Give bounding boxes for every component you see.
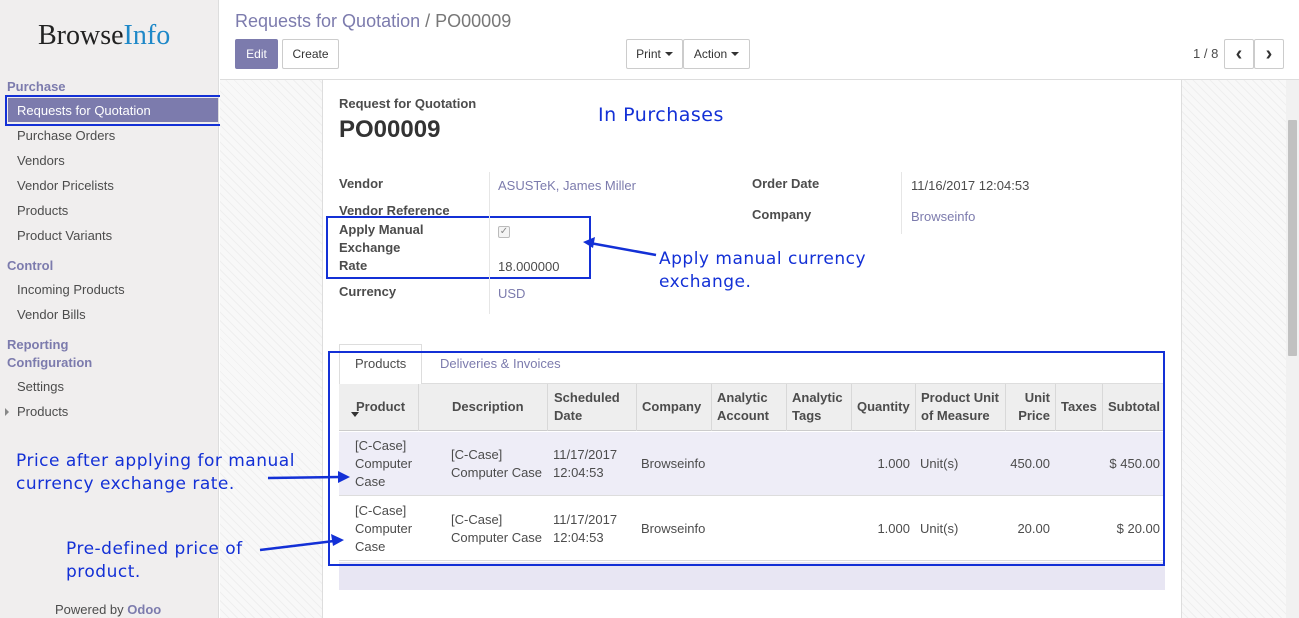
table-footer: [339, 562, 1165, 590]
sidebar-item-purchase-orders[interactable]: Purchase Orders: [17, 128, 115, 143]
annotation-predefined-price: Pre-defined price of product.: [66, 538, 243, 584]
arrow-icon: [583, 237, 657, 257]
annotation-price-after: Price after applying for manual currency…: [16, 450, 295, 496]
caret-down-icon: [731, 52, 740, 56]
vendor-label: Vendor: [339, 176, 384, 191]
sidebar-section-configuration: Configuration: [7, 355, 93, 370]
sidebar: BrowseInfo Purchase Requests for Quotati…: [0, 0, 223, 618]
company-label: Company: [752, 207, 812, 222]
vendor-value[interactable]: ASUSTeK, James Miller: [498, 178, 636, 193]
edit-button[interactable]: Edit: [235, 39, 278, 69]
sidebar-section-reporting[interactable]: Reporting: [7, 336, 68, 354]
action-dropdown[interactable]: Action: [683, 39, 750, 69]
sidebar-item-config-products[interactable]: Products: [17, 404, 68, 419]
annotation-price-after-line2: currency exchange rate.: [16, 474, 235, 494]
arrow-icon: [259, 534, 344, 552]
sidebar-item-settings[interactable]: Settings: [17, 379, 64, 394]
document-type: Request for Quotation: [339, 96, 477, 111]
field-separator: [489, 172, 490, 314]
document-title: PO00009: [339, 116, 441, 143]
company-value[interactable]: Browseinfo: [911, 209, 975, 224]
sidebar-item-vendor-pricelists[interactable]: Vendor Pricelists: [17, 178, 114, 193]
caret-down-icon: [664, 52, 673, 56]
logo-accent: Info: [123, 20, 171, 51]
scrollbar-thumb[interactable]: [1288, 120, 1297, 356]
chevron-right-icon: ›: [1265, 42, 1273, 65]
powered-by: Powered by Odoo: [55, 602, 161, 617]
annotation-apply-manual-line2: exchange.: [659, 272, 752, 292]
highlight-box-exchange-rate: [326, 216, 591, 279]
breadcrumb-parent[interactable]: Requests for Quotation: [235, 11, 420, 31]
annotation-predefined-line2: product.: [66, 562, 141, 582]
powered-by-text: Powered by: [55, 602, 124, 617]
highlight-box-table: [328, 351, 1165, 566]
caret-right-icon[interactable]: [5, 408, 9, 416]
logo: BrowseInfo: [38, 20, 170, 52]
pager-value: 1 / 8: [1193, 46, 1219, 61]
sidebar-item-vendor-bills[interactable]: Vendor Bills: [17, 307, 86, 322]
sidebar-item-product-variants[interactable]: Product Variants: [17, 228, 112, 243]
annotation-apply-manual-line1: Apply manual currency: [659, 249, 867, 269]
create-button[interactable]: Create: [282, 39, 339, 69]
action-label: Action: [693, 47, 728, 61]
order-date-value[interactable]: 11/16/2017 12:04:53: [911, 178, 1029, 193]
breadcrumb-separator: /: [425, 11, 431, 31]
field-separator: [901, 172, 902, 234]
annotation-predefined-line1: Pre-defined price of: [66, 539, 243, 559]
breadcrumb: Requests for Quotation / PO00009: [235, 11, 511, 32]
annotation-in-purchases: In Purchases: [598, 104, 724, 126]
annotation-price-after-line1: Price after applying for manual: [16, 451, 295, 471]
powered-by-link[interactable]: Odoo: [127, 602, 161, 617]
chevron-left-icon: ‹: [1235, 42, 1243, 65]
sidebar-section-control: Control: [7, 258, 54, 273]
currency-value[interactable]: USD: [498, 286, 525, 301]
order-date-label: Order Date: [752, 176, 820, 191]
highlight-box-menu: [5, 95, 223, 126]
sidebar-item-incoming-products[interactable]: Incoming Products: [17, 282, 125, 297]
sidebar-section-purchase: Purchase: [7, 79, 66, 94]
sidebar-item-products[interactable]: Products: [17, 203, 68, 218]
logo-main: Browse: [38, 20, 124, 51]
print-label: Print: [636, 47, 661, 61]
annotation-apply-manual: Apply manual currency exchange.: [659, 248, 866, 294]
pager-previous-button[interactable]: ‹: [1224, 39, 1254, 69]
print-dropdown[interactable]: Print: [626, 39, 683, 69]
sidebar-item-vendors[interactable]: Vendors: [17, 153, 65, 168]
arrow-icon: [267, 471, 350, 483]
pager-next-button[interactable]: ›: [1254, 39, 1284, 69]
currency-label: Currency: [339, 284, 397, 299]
breadcrumb-current: PO00009: [435, 11, 512, 31]
